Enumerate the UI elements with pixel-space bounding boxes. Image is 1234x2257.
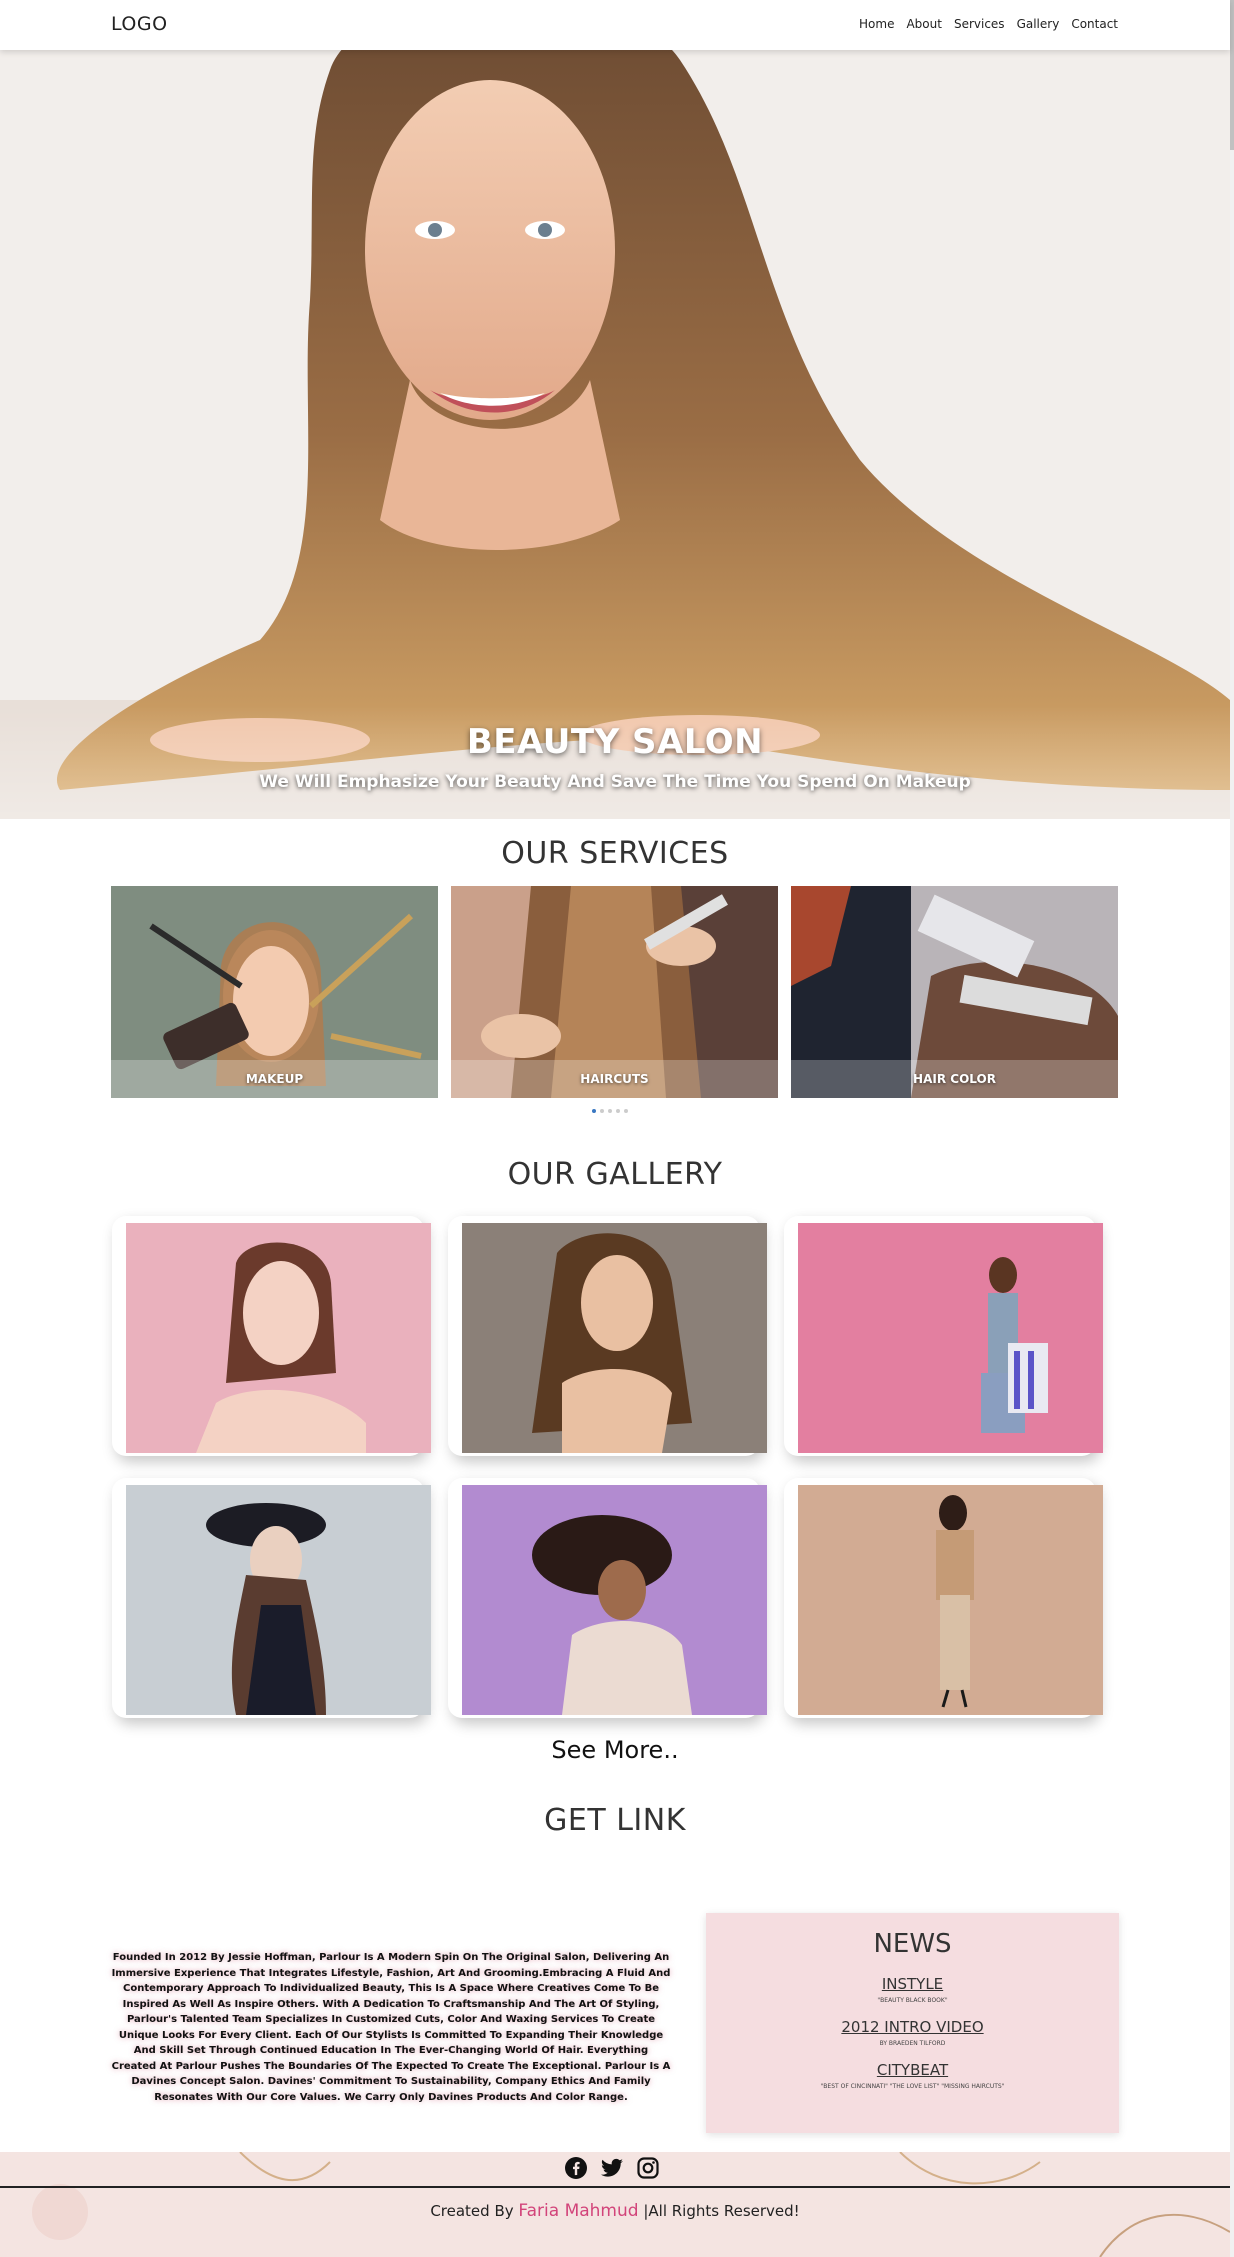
gallery-item[interactable]	[784, 1216, 1103, 1456]
see-more-link[interactable]: See More..	[0, 1736, 1230, 1764]
gallery-title: OUR GALLERY	[507, 1157, 723, 1192]
carousel-dots	[592, 1109, 628, 1113]
service-card-haircuts[interactable]: HAIRCUTS	[451, 886, 778, 1098]
hero-title: BEAUTY SALON	[466, 722, 764, 762]
hero-section: BEAUTY SALON We Will Emphasize Your Beau…	[0, 0, 1230, 819]
nav-gallery-link[interactable]: Gallery	[1017, 17, 1060, 31]
nav-about-link[interactable]: About	[906, 17, 941, 31]
about-text: Founded In 2012 By Jessie Hoffman, Parlo…	[111, 1952, 671, 2103]
get-link-title: GET LINK	[544, 1803, 686, 1838]
news-title: NEWS	[873, 1929, 952, 1959]
carousel-dot[interactable]	[592, 1109, 596, 1113]
service-label-makeup: MAKEUP	[111, 1060, 438, 1098]
news-link-intro-video[interactable]: 2012 INTRO VIDEO	[706, 2018, 1119, 2036]
social-icons	[564, 2156, 660, 2180]
gallery-photo	[462, 1485, 767, 1715]
scrollbar-thumb[interactable]	[1230, 0, 1234, 150]
credit-prefix: Created By	[430, 2202, 514, 2220]
gallery-item[interactable]	[112, 1216, 431, 1456]
gallery-photo	[126, 1223, 431, 1453]
instagram-icon[interactable]	[636, 2156, 660, 2180]
news-link-instyle[interactable]: INSTYLE	[706, 1975, 1119, 1993]
credit-suffix: |All Rights Reserved!	[643, 2202, 800, 2220]
service-card-makeup[interactable]: MAKEUP	[111, 886, 438, 1098]
gallery-photo	[798, 1485, 1103, 1715]
footer-credit: Created By Faria Mahmud |All Rights Rese…	[0, 2201, 1230, 2221]
facebook-icon[interactable]	[564, 2156, 588, 2180]
hero-image	[0, 0, 1230, 819]
author-name: Faria Mahmud	[518, 2201, 639, 2221]
gallery-photo	[798, 1223, 1103, 1453]
nav-home-link[interactable]: Home	[859, 17, 894, 31]
news-link-citybeat[interactable]: CITYBEAT	[706, 2061, 1119, 2079]
navbar: LOGO Home About Services Gallery Contact	[0, 0, 1230, 50]
footer: Created By Faria Mahmud |All Rights Rese…	[0, 2152, 1230, 2257]
service-label-haircuts: HAIRCUTS	[451, 1060, 778, 1098]
gallery-item[interactable]	[448, 1478, 767, 1718]
service-label-hair-color: HAIR COLOR	[791, 1060, 1118, 1098]
twitter-icon[interactable]	[600, 2156, 624, 2180]
hero-subtitle: We Will Emphasize Your Beauty And Save T…	[259, 772, 971, 792]
carousel-dot[interactable]	[624, 1109, 628, 1113]
gallery-photo	[126, 1485, 431, 1715]
gallery-item[interactable]	[112, 1478, 431, 1718]
carousel-dot[interactable]	[616, 1109, 620, 1113]
scrollbar-track[interactable]	[1230, 0, 1234, 2257]
news-sub-citybeat: "BEST OF CINCINNATI" "THE LOVE LIST" "MI…	[820, 2083, 1005, 2090]
logo[interactable]: LOGO	[111, 13, 168, 35]
services-title: OUR SERVICES	[501, 836, 729, 871]
carousel-dot[interactable]	[608, 1109, 612, 1113]
service-card-hair-color[interactable]: HAIR COLOR	[791, 886, 1118, 1098]
carousel-dot[interactable]	[600, 1109, 604, 1113]
gallery-photo	[462, 1223, 767, 1453]
news-sub-intro-video: BY BRAEDEN TILFORD	[879, 2040, 946, 2047]
gallery-item[interactable]	[448, 1216, 767, 1456]
nav-contact-link[interactable]: Contact	[1071, 17, 1118, 31]
gallery-item[interactable]	[784, 1478, 1103, 1718]
footer-divider	[0, 2186, 1230, 2188]
nav-services-link[interactable]: Services	[954, 17, 1005, 31]
news-sub-instyle: "BEAUTY BLACK BOOK"	[877, 1997, 948, 2004]
nav-links: Home About Services Gallery Contact	[859, 17, 1118, 31]
news-box: NEWS INSTYLE "BEAUTY BLACK BOOK" 2012 IN…	[706, 1913, 1119, 2133]
